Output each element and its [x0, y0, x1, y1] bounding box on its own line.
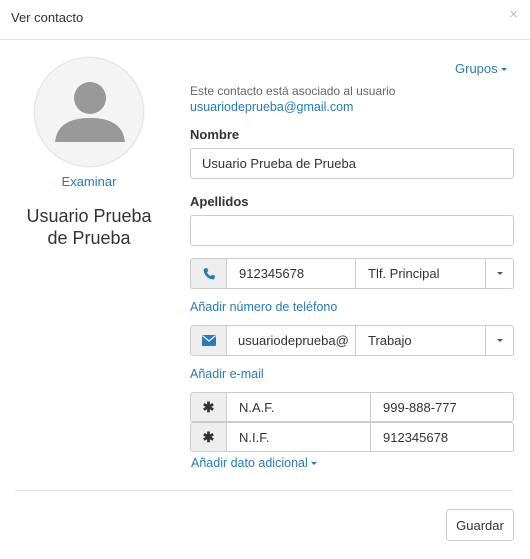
- email-input-value: usuariodeprueba@: [238, 333, 349, 348]
- asterisk-icon: ✱: [202, 428, 215, 445]
- extra-data-value: 999-888-777: [383, 399, 457, 415]
- close-icon[interactable]: ×: [509, 7, 518, 22]
- add-extra-data-label: Añadir dato adicional: [191, 456, 308, 470]
- caret-down-icon: [496, 339, 503, 342]
- extra-data-value-input[interactable]: 999-888-777: [370, 392, 514, 422]
- extra-data-key-input[interactable]: N.I.F.: [226, 422, 371, 452]
- save-button[interactable]: Guardar: [446, 509, 514, 541]
- name-input-value: Usuario Prueba de Prueba: [202, 156, 356, 171]
- email-type-select[interactable]: Trabajo: [355, 325, 486, 356]
- groups-label: Grupos: [455, 61, 498, 76]
- association-email-link[interactable]: usuariodeprueba@gmail.com: [190, 100, 353, 114]
- caret-down-icon: [310, 462, 317, 466]
- dialog-header: Ver contacto ×: [0, 0, 530, 40]
- association-text: Este contacto está asociado al usuario: [190, 84, 396, 98]
- name-input[interactable]: Usuario Prueba de Prueba: [190, 148, 514, 179]
- add-extra-data-dropdown[interactable]: Añadir dato adicional: [191, 456, 317, 470]
- phone-input-value: 912345678: [239, 266, 305, 281]
- extra-data-addon: ✱: [190, 422, 227, 452]
- user-silhouette-icon: [55, 82, 125, 142]
- groups-dropdown[interactable]: Grupos: [455, 61, 507, 76]
- envelope-icon: [201, 335, 216, 346]
- avatar[interactable]: [34, 57, 144, 167]
- extra-data-value-input[interactable]: 912345678: [370, 422, 514, 452]
- surname-input[interactable]: [190, 215, 514, 246]
- email-type-value: Trabajo: [368, 333, 412, 348]
- extra-data-value: 912345678: [383, 429, 449, 445]
- caret-down-icon: [500, 68, 507, 72]
- contact-dialog: Ver contacto × Examinar Usuario Prueba d…: [0, 0, 530, 559]
- extra-data-key-input[interactable]: N.A.F.: [226, 392, 371, 422]
- extra-data-addon: ✱: [190, 392, 227, 422]
- phone-type-toggle[interactable]: [485, 258, 514, 289]
- add-email-link[interactable]: Añadir e-mail: [190, 367, 264, 381]
- name-label: Nombre: [190, 127, 240, 142]
- phone-icon: [203, 267, 215, 279]
- email-input[interactable]: usuariodeprueba@: [226, 325, 356, 356]
- surname-label: Apellidos: [190, 194, 249, 209]
- email-type-toggle[interactable]: [485, 325, 514, 356]
- asterisk-icon: ✱: [202, 398, 215, 415]
- dialog-title: Ver contacto: [11, 10, 84, 25]
- browse-link[interactable]: Examinar: [0, 174, 178, 189]
- phone-type-select[interactable]: Tlf. Principal: [355, 258, 486, 289]
- phone-input[interactable]: 912345678: [226, 258, 356, 289]
- phone-addon: [190, 258, 227, 289]
- email-addon: [190, 325, 227, 356]
- phone-type-value: Tlf. Principal: [368, 266, 440, 281]
- caret-down-icon: [496, 272, 503, 275]
- add-phone-link[interactable]: Añadir número de teléfono: [190, 300, 337, 314]
- footer-divider: [15, 490, 513, 491]
- extra-data-key: N.A.F.: [239, 399, 275, 415]
- extra-data-key: N.I.F.: [239, 429, 270, 445]
- contact-full-name: Usuario Prueba de Prueba: [26, 206, 152, 248]
